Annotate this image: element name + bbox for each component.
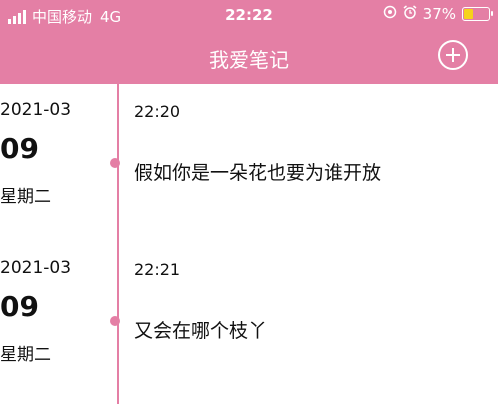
status-bar: 中国移动 4G 22:22 37% (0, 0, 498, 30)
entry-text: 假如你是一朵花也要为谁开放 (134, 162, 382, 184)
entry-year-month: 2021-03 (0, 100, 72, 120)
entry-weekday: 星期二 (0, 345, 51, 365)
entry-time: 22:21 (134, 260, 181, 279)
alarm-icon (403, 5, 417, 23)
timeline-dot (110, 158, 120, 168)
timeline-dot (110, 316, 120, 326)
timeline-entry[interactable]: 2021-03 09 星期二 22:20 假如你是一朵花也要为谁开放 (0, 84, 498, 244)
add-note-button[interactable] (438, 40, 468, 70)
orientation-lock-icon (383, 5, 397, 23)
nav-bar: 我爱笔记 (0, 30, 498, 84)
entry-day: 09 (0, 132, 39, 165)
entry-text: 又会在哪个枝丫 (134, 320, 268, 342)
battery-icon (462, 7, 493, 21)
timeline-entry[interactable]: 2021-03 09 星期二 22:21 又会在哪个枝丫 (0, 242, 498, 402)
entry-year-month: 2021-03 (0, 258, 72, 278)
battery-percent: 37% (422, 5, 456, 23)
page-title: 我爱笔记 (209, 48, 289, 72)
entry-weekday: 星期二 (0, 187, 51, 207)
entry-time: 22:20 (134, 102, 181, 121)
entry-day: 09 (0, 290, 39, 323)
